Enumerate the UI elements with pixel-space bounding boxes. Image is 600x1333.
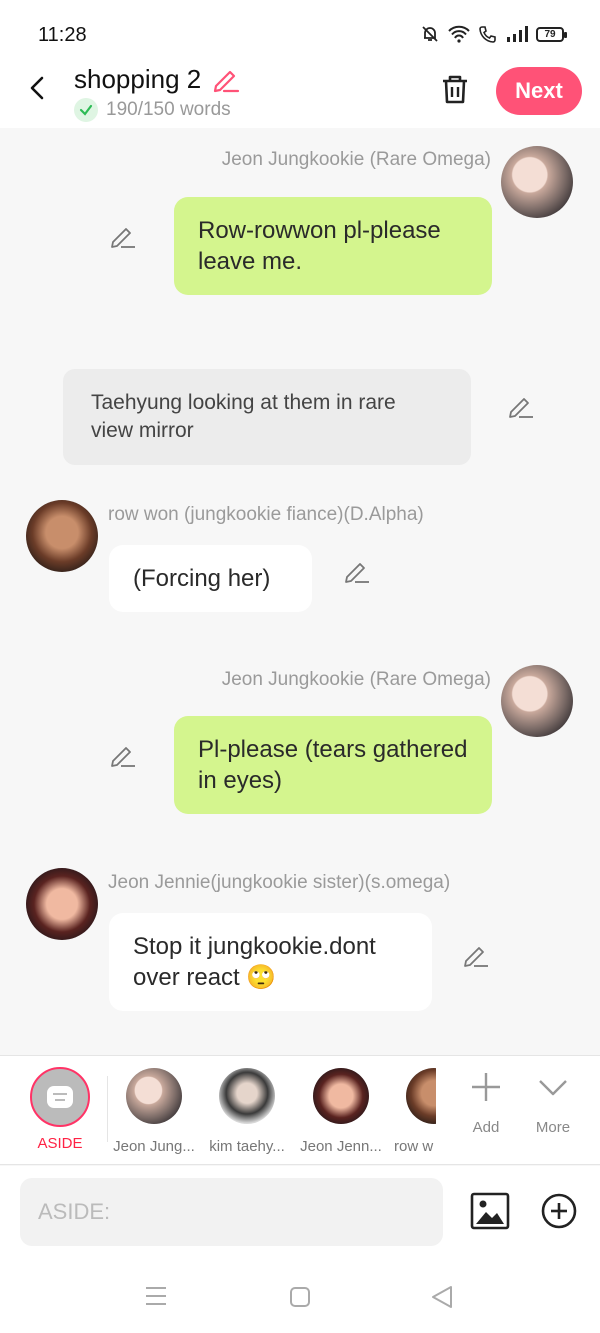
avatar[interactable] [501,665,573,737]
avatar[interactable] [501,146,573,218]
add-character-button[interactable]: Add [456,1070,516,1136]
edit-message-icon[interactable] [463,942,489,968]
character-label: Jeon Jenn... [300,1138,382,1155]
character-label: row w [394,1138,434,1155]
status-time: 11:28 [38,24,87,46]
speaker-name: Jeon Jennie(jungkookie sister)(s.omega) [108,872,451,893]
edit-message-icon[interactable] [508,393,534,419]
system-nav-bar [0,1258,600,1333]
avatar [313,1068,369,1124]
wifi-icon [448,25,470,43]
avatar [219,1068,275,1124]
divider [107,1076,108,1142]
message-bubble[interactable]: Row-rowwon pl-please leave me. [174,197,492,295]
aside-icon [47,1086,73,1108]
input-row [0,1166,600,1258]
aside-label: ASIDE [37,1135,83,1152]
message-bubble[interactable]: Pl-please (tears gathered in eyes) [174,716,492,814]
speaker-name: row won (jungkookie fiance)(D.Alpha) [108,504,424,525]
character-taehyung[interactable]: kim taehy... [202,1068,292,1155]
avatar [406,1068,436,1124]
battery-indicator: 79 [536,26,567,42]
speaker-name: Jeon Jungkookie (Rare Omega) [221,669,491,690]
menu-icon[interactable] [145,1286,167,1306]
speaker-name: Jeon Jungkookie (Rare Omega) [221,149,491,170]
character-label: kim taehy... [209,1138,285,1155]
avatar [126,1068,182,1124]
trash-icon[interactable] [438,72,472,106]
aside-button[interactable] [30,1067,90,1127]
avatar[interactable] [26,868,98,940]
check-icon [74,98,98,122]
more-label: More [535,1119,571,1136]
home-icon[interactable] [289,1286,311,1308]
aside-bubble[interactable]: Taehyung looking at them in rare view mi… [63,369,471,465]
next-button[interactable]: Next [496,67,582,115]
avatar[interactable] [26,500,98,572]
character-label: Jeon Jung... [113,1138,195,1155]
back-arrow-icon[interactable] [22,72,54,104]
word-count: 190/150 words [74,98,231,122]
edit-message-icon[interactable] [110,742,136,768]
character-rowwon[interactable]: row w [390,1068,436,1155]
message-input[interactable] [20,1178,443,1246]
word-count-text: 190/150 words [106,99,231,120]
edit-title-icon[interactable] [212,66,240,94]
character-bar: ASIDE Jeon Jung... kim taehy... Jeon Jen… [0,1055,600,1165]
edit-message-icon[interactable] [344,558,370,584]
plus-icon [472,1073,500,1101]
mute-bell-icon [422,26,438,42]
character-jennie[interactable]: Jeon Jenn... [296,1068,386,1155]
wifi-call-icon [479,26,496,43]
status-bar: 11:28 79 [0,0,600,60]
story-title[interactable]: shopping 2 [74,64,201,95]
chevron-down-icon [539,1080,567,1096]
image-icon[interactable] [470,1192,510,1230]
signal-icon [507,26,528,42]
add-circle-icon[interactable] [541,1193,577,1229]
header: shopping 2 190/150 words Next [0,60,600,128]
message-bubble[interactable]: (Forcing her) [109,545,312,612]
message-bubble[interactable]: Stop it jungkookie.dont over react 🙄 [109,913,432,1011]
status-icons: 79 [420,24,567,44]
more-button[interactable]: More [523,1070,583,1136]
edit-message-icon[interactable] [110,223,136,249]
add-label: Add [472,1119,500,1136]
character-jungkookie[interactable]: Jeon Jung... [109,1068,199,1155]
back-nav-icon[interactable] [430,1285,454,1309]
